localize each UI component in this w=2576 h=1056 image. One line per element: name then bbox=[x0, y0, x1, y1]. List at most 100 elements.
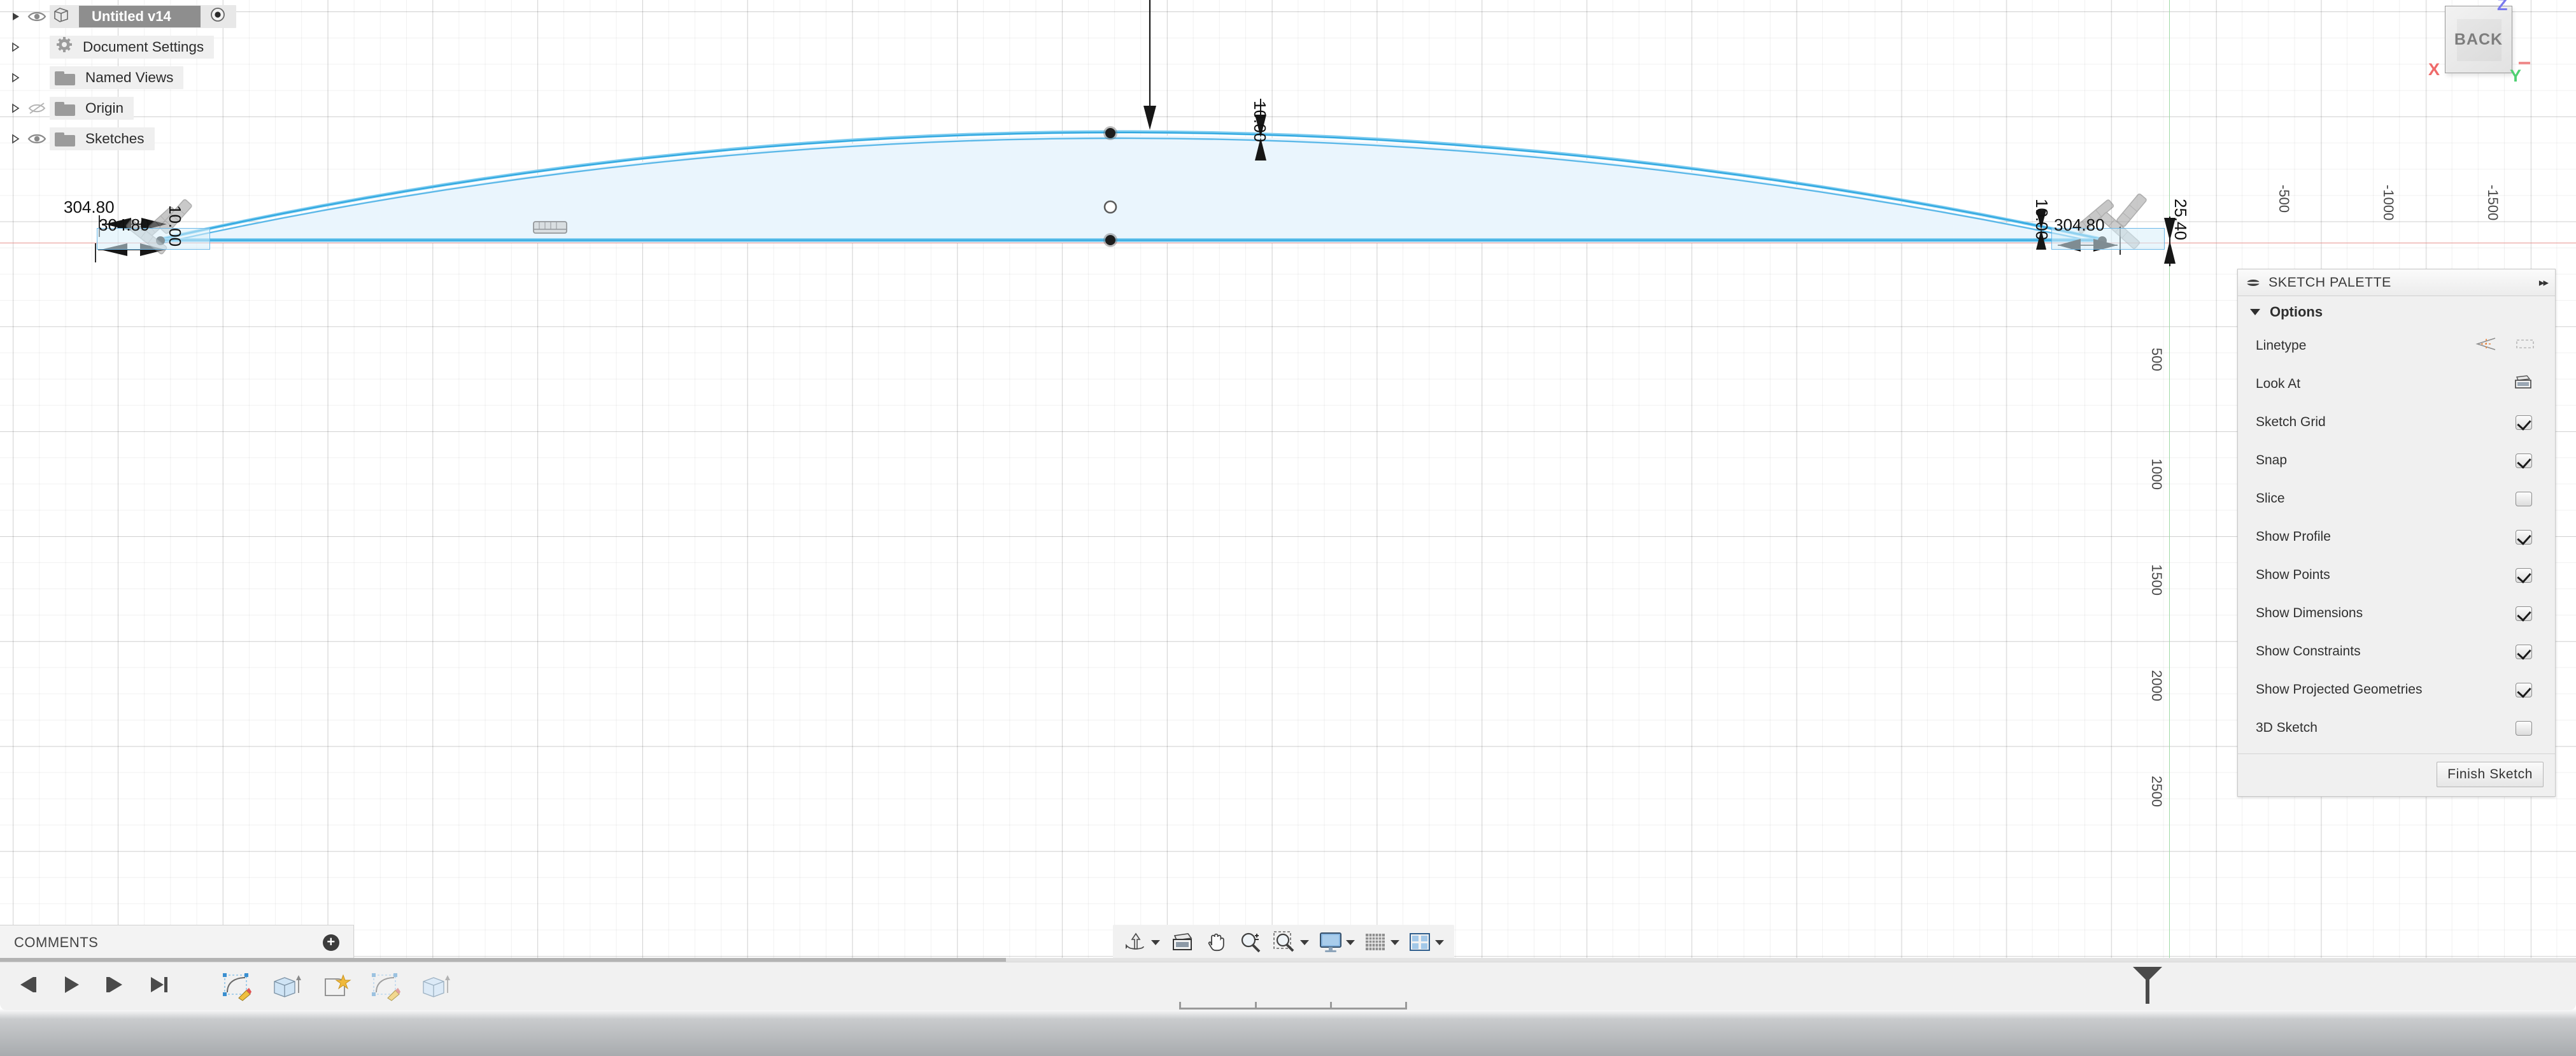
option-row-show-points[interactable]: Show Points bbox=[2238, 556, 2555, 594]
orbit-button[interactable] bbox=[1119, 928, 1164, 957]
x-axis-label: X bbox=[2428, 60, 2440, 79]
sketch-palette-header[interactable]: SKETCH PALETTE ▸▸ bbox=[2238, 269, 2555, 296]
expand-collapse-icon[interactable] bbox=[8, 42, 24, 52]
option-row-3d-sketch[interactable]: 3D Sketch bbox=[2238, 709, 2555, 747]
show-points-checkbox[interactable] bbox=[2516, 567, 2532, 583]
document-chip[interactable]: Untitled v14 bbox=[50, 5, 236, 28]
chevron-down-icon[interactable] bbox=[1300, 940, 1309, 945]
viewports-icon bbox=[1410, 933, 1430, 951]
sketch-viewport[interactable]: 304.80 304.80 10.00 10.00 304.80 10.00 2… bbox=[0, 0, 2576, 962]
expand-panel-icon[interactable]: ▸▸ bbox=[2539, 276, 2549, 289]
sketch-geometry[interactable] bbox=[0, 0, 2576, 962]
show-constraints-checkbox[interactable] bbox=[2516, 644, 2532, 659]
sketches-chip[interactable]: Sketches bbox=[50, 127, 155, 150]
dimension-right-vertical[interactable]: 10.00 bbox=[2032, 199, 2051, 240]
option-row-slice[interactable]: Slice bbox=[2238, 480, 2555, 518]
browser-row-named-views[interactable]: Named Views bbox=[8, 62, 256, 93]
horizontal-constraint-glyph[interactable] bbox=[533, 221, 567, 234]
step-forward-button[interactable] bbox=[103, 975, 126, 997]
eye-visible-icon[interactable] bbox=[24, 10, 50, 23]
play-button[interactable] bbox=[61, 974, 81, 998]
3d-sketch-checkbox[interactable] bbox=[2516, 720, 2532, 736]
viewcube[interactable]: BACK bbox=[2445, 6, 2512, 73]
chevron-down-icon[interactable] bbox=[1435, 940, 1444, 945]
browser-row-sketches[interactable]: Sketches bbox=[8, 124, 256, 154]
timeline-playback-controls[interactable] bbox=[0, 974, 171, 998]
timeline-feature-sketch-2[interactable] bbox=[362, 969, 411, 1004]
construction-line-icon[interactable] bbox=[2475, 336, 2496, 355]
dimension-left-upper[interactable]: 304.80 bbox=[64, 197, 115, 217]
expand-collapse-icon[interactable] bbox=[8, 134, 24, 144]
expand-collapse-icon[interactable] bbox=[8, 11, 24, 22]
navigation-bar[interactable] bbox=[1113, 925, 1454, 960]
comments-panel[interactable]: COMMENTS + bbox=[0, 925, 354, 960]
browser-row-document-settings[interactable]: Document Settings bbox=[8, 32, 256, 62]
show-projected-geometries-checkbox[interactable] bbox=[2516, 682, 2532, 697]
browser-tree[interactable]: Untitled v14 Document Settings Named Vie… bbox=[8, 1, 256, 154]
sketch-palette-panel[interactable]: SKETCH PALETTE ▸▸ Options Linetype Look … bbox=[2237, 269, 2556, 797]
show-profile-checkbox[interactable] bbox=[2516, 529, 2532, 545]
option-row-show-constraints[interactable]: Show Constraints bbox=[2238, 632, 2555, 671]
sketch-palette-title: SKETCH PALETTE bbox=[2268, 275, 2391, 290]
option-row-show-dimensions[interactable]: Show Dimensions bbox=[2238, 594, 2555, 632]
sketch-point-baseline[interactable] bbox=[1103, 233, 1117, 247]
sketch-grid-checkbox[interactable] bbox=[2516, 415, 2532, 430]
ruler-v-label-2: 1500 bbox=[2149, 564, 2165, 596]
show-dimensions-checkbox[interactable] bbox=[2516, 606, 2532, 621]
pan-button[interactable] bbox=[1200, 928, 1233, 957]
browser-item-label: Document Settings bbox=[83, 39, 204, 55]
eye-visible-icon[interactable] bbox=[24, 132, 50, 145]
viewports-button[interactable] bbox=[1405, 928, 1448, 957]
option-row-linetype[interactable]: Linetype bbox=[2238, 327, 2555, 365]
origin-chip[interactable]: Origin bbox=[50, 97, 134, 120]
go-to-end-button[interactable] bbox=[148, 975, 171, 997]
timeline-feature-extrude-2[interactable] bbox=[411, 969, 461, 1004]
expand-collapse-icon[interactable] bbox=[8, 73, 24, 83]
browser-row-origin[interactable]: Origin bbox=[8, 93, 256, 124]
timeline-feature-sketch-1[interactable] bbox=[213, 969, 262, 1004]
option-row-sketch-grid[interactable]: Sketch Grid bbox=[2238, 403, 2555, 441]
sketch-point-apex[interactable] bbox=[1103, 126, 1117, 140]
look-at-button[interactable] bbox=[1165, 928, 1198, 957]
grip-icon[interactable] bbox=[2246, 278, 2261, 288]
dimension-right-main[interactable]: 304.80 bbox=[2054, 215, 2105, 235]
document-settings-chip[interactable]: Document Settings bbox=[50, 36, 215, 59]
gear-icon bbox=[55, 36, 74, 59]
add-comment-button[interactable]: + bbox=[323, 934, 339, 951]
timeline-features[interactable] bbox=[213, 969, 461, 1004]
sketch-point-center[interactable] bbox=[1103, 200, 1117, 214]
snap-checkbox[interactable] bbox=[2516, 453, 2532, 468]
grid-snaps-button[interactable] bbox=[1360, 928, 1403, 957]
dimension-apex-height[interactable]: 10.00 bbox=[1250, 101, 1270, 142]
dimension-right-edge[interactable]: 25.40 bbox=[2170, 199, 2190, 240]
named-views-chip[interactable]: Named Views bbox=[50, 66, 184, 89]
chevron-down-icon[interactable] bbox=[1346, 940, 1355, 945]
zoom-window-button[interactable] bbox=[1268, 928, 1313, 957]
option-row-look-at[interactable]: Look At bbox=[2238, 365, 2555, 403]
look-at-icon[interactable] bbox=[2513, 375, 2532, 394]
step-back-button[interactable] bbox=[17, 975, 39, 997]
timeline-end-marker[interactable] bbox=[2130, 966, 2165, 1007]
option-row-show-projected-geometries[interactable]: Show Projected Geometries bbox=[2238, 671, 2555, 709]
expand-collapse-icon[interactable] bbox=[8, 103, 24, 113]
chevron-down-icon[interactable] bbox=[1151, 940, 1160, 945]
viewcube-widget[interactable]: BACK X Y Z bbox=[2400, 0, 2576, 108]
options-section-header[interactable]: Options bbox=[2238, 296, 2555, 327]
slice-checkbox[interactable] bbox=[2516, 491, 2532, 506]
browser-row-document[interactable]: Untitled v14 bbox=[8, 1, 256, 32]
option-row-snap[interactable]: Snap bbox=[2238, 441, 2555, 480]
option-row-show-profile[interactable]: Show Profile bbox=[2238, 518, 2555, 556]
timeline-feature-fillet-1[interactable] bbox=[312, 969, 362, 1004]
eye-hidden-icon[interactable] bbox=[24, 101, 50, 115]
zoom-button[interactable] bbox=[1234, 928, 1267, 957]
option-label: Show Projected Geometries bbox=[2256, 682, 2423, 697]
timeline-feature-extrude-1[interactable] bbox=[262, 969, 312, 1004]
display-settings-button[interactable] bbox=[1314, 928, 1359, 957]
finish-sketch-button[interactable]: Finish Sketch bbox=[2437, 762, 2544, 787]
radio-active-icon[interactable] bbox=[209, 6, 226, 27]
dimension-left-vertical[interactable]: 10.00 bbox=[165, 205, 185, 246]
dimension-left-lower[interactable]: 304.80 bbox=[99, 215, 150, 235]
chevron-down-icon[interactable] bbox=[1391, 940, 1399, 945]
centerline-icon[interactable] bbox=[2514, 336, 2536, 355]
z-axis-label: Z bbox=[2497, 0, 2508, 14]
